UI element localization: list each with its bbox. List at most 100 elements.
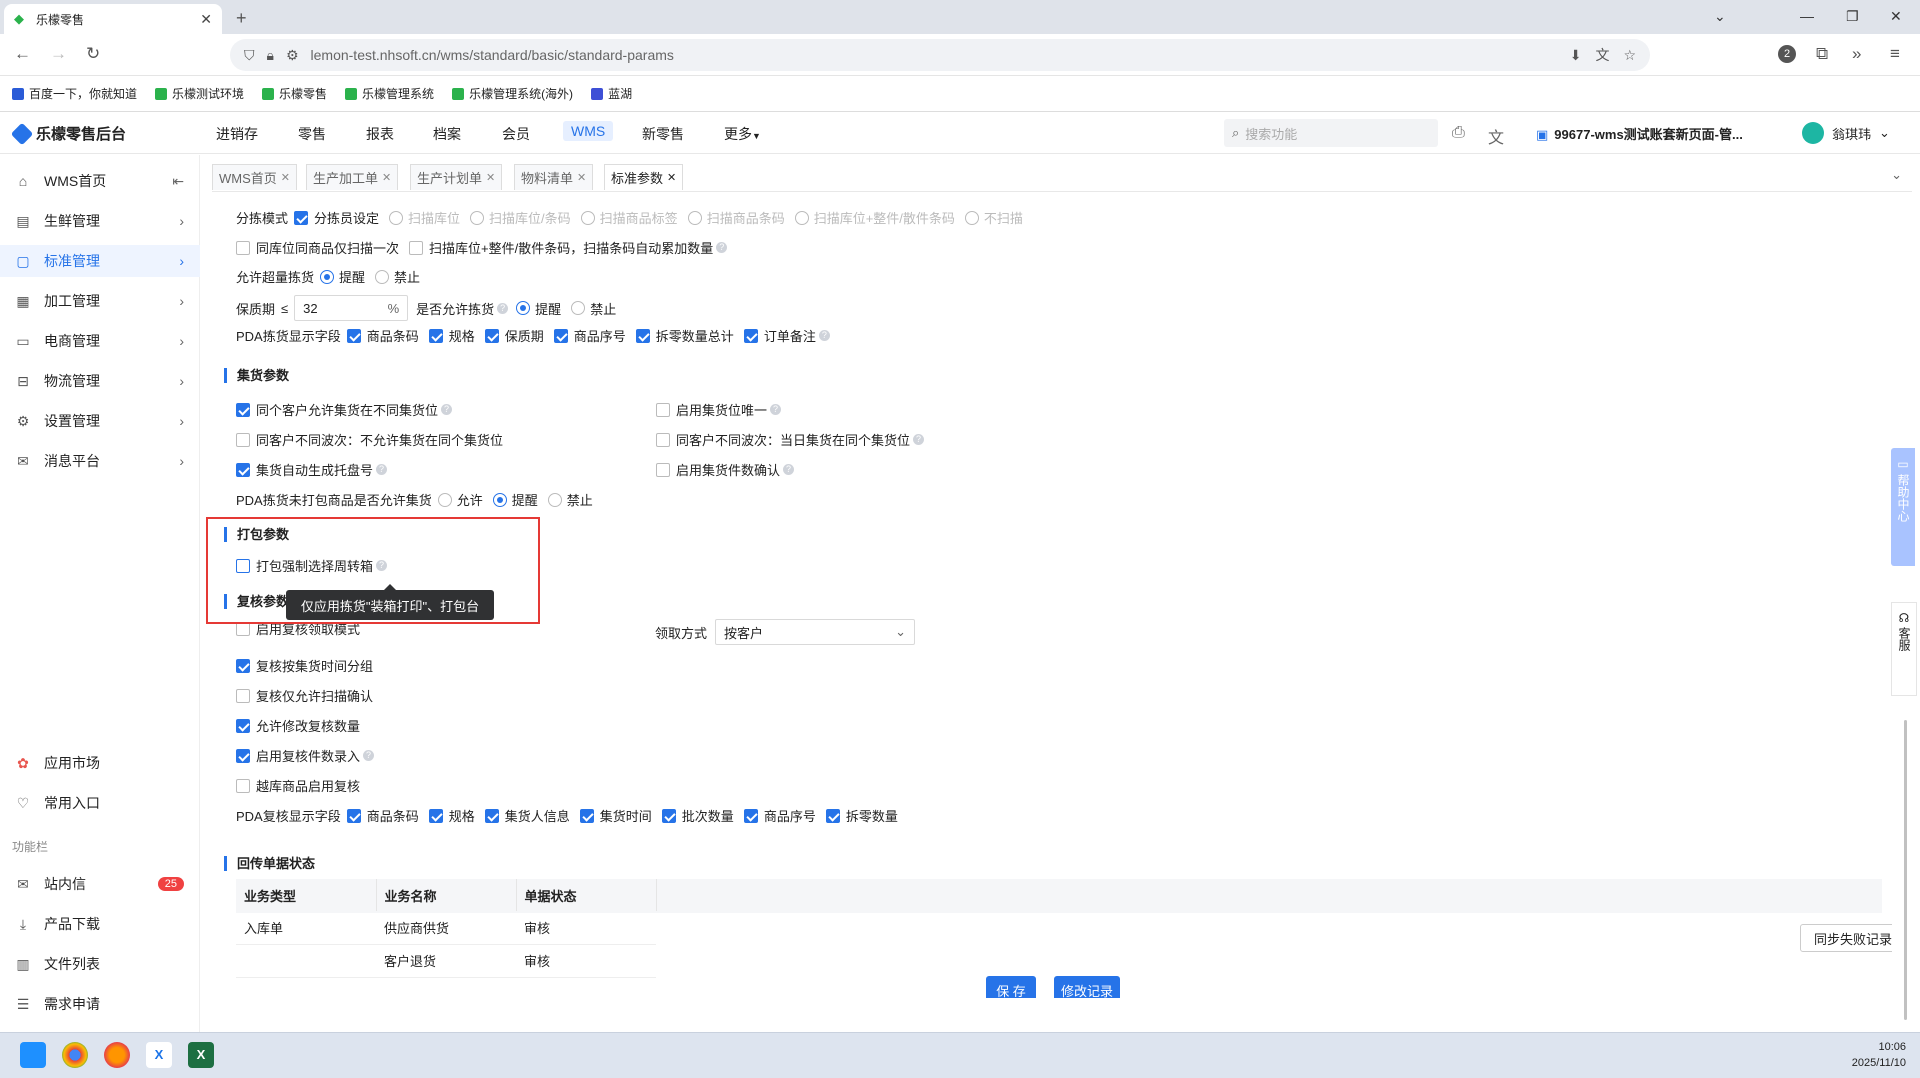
tab-production-order[interactable]: 生产加工单 ✕ <box>306 164 399 190</box>
auto-accumulate-option[interactable]: 扫描库位+整件/散件条码，扫描条码自动累加数量? <box>409 238 728 257</box>
radio[interactable] <box>389 210 404 225</box>
app-logo[interactable]: 乐檬零售后台 <box>10 122 126 145</box>
collect-option[interactable]: 同个客户允许集货在不同集货位? <box>236 400 453 419</box>
url-text[interactable]: lemon-test.nhsoft.cn/wms/standard/basic/… <box>311 47 1556 63</box>
close-icon[interactable]: ✕ <box>577 171 586 184</box>
pda-review-field[interactable]: 商品序号 <box>743 806 816 825</box>
checkbox-checked[interactable] <box>236 718 250 733</box>
checkbox-checked[interactable] <box>236 658 250 673</box>
translate-icon[interactable]: 文 <box>1595 45 1609 65</box>
sidebar-item-settings[interactable]: ⚙ 设置管理 › <box>0 405 200 437</box>
reload-icon[interactable]: ↻ <box>86 44 100 64</box>
help-icon[interactable]: ? <box>783 464 795 475</box>
sidebar-common-entry[interactable]: ♡ 常用入口 <box>0 787 200 819</box>
sorting-option[interactable]: 扫描库位/条码 <box>470 208 571 227</box>
tab-wms-home[interactable]: WMS首页 ✕ <box>212 164 297 190</box>
menu-icon[interactable]: ≡ <box>1890 44 1900 64</box>
checkbox-checked[interactable] <box>661 808 676 823</box>
close-icon[interactable]: ✕ <box>281 171 290 184</box>
menu-new-retail[interactable]: 新零售 <box>642 124 684 144</box>
collect-option[interactable]: 启用集货件数确认? <box>656 460 795 479</box>
checkbox-checked[interactable] <box>428 328 443 343</box>
shelf-life-input[interactable]: 32% <box>294 295 409 321</box>
menu-report[interactable]: 报表 <box>366 124 394 144</box>
sidebar-item-process[interactable]: ▦ 加工管理 › <box>0 285 200 317</box>
same-location-scan-once[interactable]: 同库位同商品仅扫描一次 <box>236 238 399 257</box>
radio[interactable] <box>470 210 485 225</box>
sorting-option[interactable]: 扫描商品标签 <box>580 208 678 227</box>
pda-collect-forbid[interactable]: 禁止 <box>547 490 593 509</box>
table-cell[interactable]: 审核 <box>516 944 656 978</box>
shelf-forbid[interactable]: 禁止 <box>571 299 616 318</box>
pda-field[interactable]: 保质期 <box>484 326 544 345</box>
more-tools-icon[interactable]: » <box>1852 44 1861 64</box>
radio-selected[interactable] <box>492 492 507 507</box>
help-icon[interactable]: ? <box>770 404 782 415</box>
tab-standard-params[interactable]: 标准参数 ✕ <box>604 164 684 190</box>
pda-review-field[interactable]: 批次数量 <box>661 806 734 825</box>
collect-option[interactable]: 启用集货位唯一? <box>656 400 782 419</box>
checkbox-checked[interactable] <box>579 808 594 823</box>
pda-field[interactable]: 商品条码 <box>346 326 419 345</box>
language-icon[interactable]: 文 <box>1488 124 1504 148</box>
review-option[interactable]: 复核仅允许扫描确认 <box>236 686 373 705</box>
install-icon[interactable]: ⬇ <box>1570 47 1582 64</box>
windows-start-icon[interactable] <box>20 1042 46 1068</box>
pda-review-field[interactable]: 集货人信息 <box>484 806 570 825</box>
pda-collect-remind[interactable]: 提醒 <box>492 490 538 509</box>
menu-more[interactable]: 更多▼ <box>724 124 761 144</box>
radio[interactable] <box>571 301 586 315</box>
menu-member[interactable]: 会员 <box>502 124 530 144</box>
checkbox[interactable] <box>656 402 670 417</box>
close-icon[interactable]: ✕ <box>382 171 391 184</box>
bookmark-star-icon[interactable]: ☆ <box>1623 47 1636 64</box>
review-option[interactable]: 允许修改复核数量 <box>236 716 360 735</box>
bookmark-item[interactable]: 蓝湖 <box>591 85 632 102</box>
overweight-remind[interactable]: 提醒 <box>320 267 365 286</box>
close-icon[interactable]: ✕ <box>486 171 495 184</box>
checkbox-checked[interactable] <box>743 808 758 823</box>
xmind-icon[interactable]: X <box>146 1042 172 1068</box>
extensions-icon[interactable]: ⧉ <box>1816 44 1828 64</box>
radio-selected[interactable] <box>516 301 531 315</box>
checkbox-checked[interactable] <box>236 462 250 477</box>
checkbox-checked[interactable] <box>428 808 443 823</box>
sorting-option[interactable]: 扫描商品条码 <box>687 208 785 227</box>
sidebar-item-standard[interactable]: ▢ 标准管理 › <box>0 245 200 277</box>
review-option[interactable]: 启用复核件数录入? <box>236 746 375 765</box>
checkbox[interactable] <box>236 778 250 793</box>
close-tab-icon[interactable]: ✕ <box>200 11 212 28</box>
sync-failed-records-button[interactable]: 同步失败记录 <box>1800 924 1892 952</box>
checkbox-checked[interactable] <box>294 210 309 225</box>
save-button[interactable]: 保 存 <box>986 976 1036 998</box>
pda-field[interactable]: 规格 <box>428 326 475 345</box>
sidebar-download[interactable]: ⤓ 产品下载 <box>0 908 200 940</box>
bookmark-item[interactable]: 乐檬零售 <box>262 85 327 102</box>
overweight-forbid[interactable]: 禁止 <box>375 267 420 286</box>
help-icon[interactable]: ? <box>441 404 453 415</box>
sidebar-app-market[interactable]: ✿ 应用市场 <box>0 747 200 779</box>
sidebar-item-ecommerce[interactable]: ▭ 电商管理 › <box>0 325 200 357</box>
sidebar-item-message[interactable]: ✉ 消息平台 › <box>0 445 200 477</box>
checkbox[interactable] <box>656 432 670 447</box>
checkbox-checked[interactable] <box>825 808 840 823</box>
close-window-icon[interactable]: ✕ <box>1890 8 1902 25</box>
sidebar-inbox[interactable]: ✉ 站内信 25 <box>0 868 200 900</box>
checkbox[interactable] <box>236 432 250 447</box>
sorting-option[interactable]: 分拣员设定 <box>294 208 379 227</box>
chrome-icon[interactable] <box>62 1042 88 1068</box>
bookmark-item[interactable]: 乐檬管理系统 <box>345 85 434 102</box>
print-icon[interactable]: ⎙ <box>1452 124 1465 142</box>
sidebar-item-fresh[interactable]: ▤ 生鲜管理 › <box>0 205 200 237</box>
help-icon[interactable]: ? <box>376 464 388 475</box>
collect-option[interactable]: 同客户不同波次：不允许集货在同个集货位 <box>236 430 503 449</box>
checkbox[interactable] <box>236 240 250 255</box>
tabs-dropdown-icon[interactable]: ⌄ <box>1891 167 1902 183</box>
help-icon[interactable]: ? <box>818 330 830 341</box>
help-icon[interactable]: ? <box>913 434 925 445</box>
address-bar[interactable]: ⛉ 🔒︎ ⚙ lemon-test.nhsoft.cn/wms/standard… <box>230 39 1650 71</box>
checkbox-checked[interactable] <box>346 808 361 823</box>
checkbox[interactable] <box>409 240 424 255</box>
sorting-option[interactable]: 不扫描 <box>964 208 1023 227</box>
account-selector[interactable]: ▣ 99677-wms测试账套新页面-管... <box>1536 124 1743 143</box>
